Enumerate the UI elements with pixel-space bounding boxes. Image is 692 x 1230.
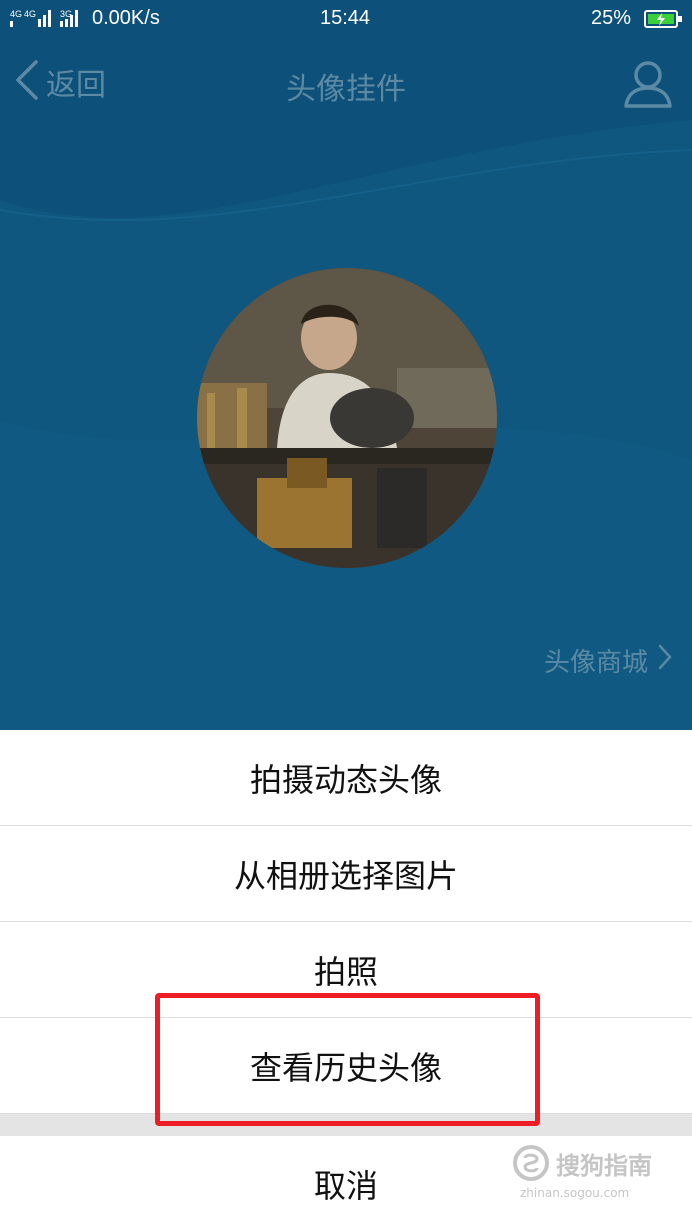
page-title: 头像挂件 [286,72,406,107]
sogou-watermark: 搜狗指南 zhinan.sogou.com [512,1140,682,1210]
option-label: 拍照 [313,952,378,991]
user-icon [622,61,674,114]
battery-charging-icon [644,9,684,35]
record-dynamic-avatar-option[interactable]: 拍摄动态头像 [0,730,692,826]
cancel-label: 取消 [313,1167,378,1205]
option-label: 从相册选择图片 [233,856,458,895]
clock: 15:44 [320,7,371,29]
avatar-image[interactable] [197,268,497,568]
profile-button[interactable] [622,58,674,114]
battery-percent: 25% [591,7,632,29]
watermark-url: zhinan.sogou.com [520,1186,630,1200]
network-speed: 0.00K/s [92,7,160,29]
avatar-mall-label: 头像商城 [543,648,648,678]
signal-icon: 4G 4G 3G [10,7,88,35]
choose-from-album-option[interactable]: 从相册选择图片 [0,826,692,922]
option-label: 拍摄动态头像 [249,760,442,799]
nav-bar: 返回 头像挂件 [0,44,692,124]
status-bar: 4G 4G 3G 0.00K/s 15:44 25% [0,0,692,36]
watermark-text: 搜狗指南 [556,1152,652,1180]
svg-text:4G: 4G [24,9,36,19]
sogou-logo-icon [512,1144,550,1186]
svg-text:4G: 4G [10,9,22,19]
avatar-mall-link[interactable]: 头像商城 [544,642,672,679]
highlight-box [155,993,540,1126]
chevron-right-icon [658,644,672,677]
